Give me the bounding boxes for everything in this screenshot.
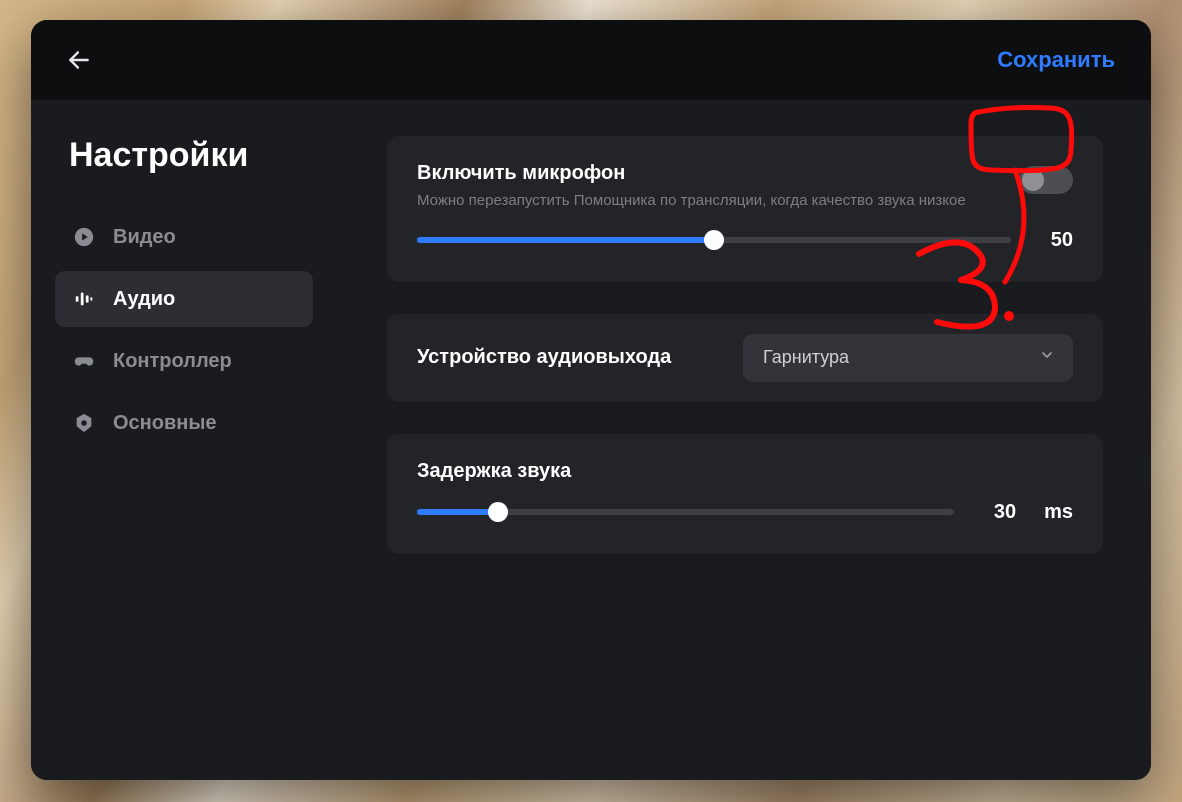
output-device-selected: Гарнитура [763, 347, 849, 368]
equalizer-icon [73, 288, 95, 310]
slider-thumb[interactable] [488, 502, 508, 522]
sidebar: Настройки Видео Аудио Контроллер [31, 100, 331, 780]
sidebar-item-general[interactable]: Основные [55, 395, 313, 451]
sidebar-item-label: Контроллер [113, 350, 232, 373]
sidebar-item-audio[interactable]: Аудио [55, 271, 313, 327]
mic-card: Включить микрофон Можно перезапустить По… [387, 136, 1103, 282]
delay-value: 30 [982, 501, 1016, 524]
play-circle-icon [73, 226, 95, 248]
output-device-select[interactable]: Гарнитура [743, 334, 1073, 382]
back-button[interactable] [59, 40, 99, 80]
delay-card: Задержка звука 30 ms [387, 434, 1103, 554]
delay-title: Задержка звука [417, 460, 1073, 483]
mic-volume-slider[interactable] [417, 237, 1011, 243]
mic-title-wrap: Включить микрофон Можно перезапустить По… [417, 162, 966, 211]
chevron-down-icon [1039, 347, 1055, 368]
delay-row: 30 ms [417, 501, 1073, 524]
sidebar-item-label: Основные [113, 412, 217, 435]
arrow-left-icon [66, 47, 92, 73]
delay-unit: ms [1044, 501, 1073, 524]
mic-subtitle: Можно перезапустить Помощника по трансля… [417, 191, 966, 211]
hex-gear-icon [73, 412, 95, 434]
page-title: Настройки [69, 136, 313, 175]
content-panel: Включить микрофон Можно перезапустить По… [331, 100, 1151, 780]
delay-slider[interactable] [417, 509, 954, 515]
sidebar-item-video[interactable]: Видео [55, 209, 313, 265]
controller-icon [73, 350, 95, 372]
output-device-row: Устройство аудиовыхода Гарнитура [387, 314, 1103, 402]
modal-body: Настройки Видео Аудио Контроллер [31, 100, 1151, 780]
settings-modal: Сохранить Настройки Видео Аудио [31, 20, 1151, 780]
slider-fill [417, 237, 714, 243]
toggle-knob [1022, 169, 1044, 191]
sidebar-item-label: Аудио [113, 288, 175, 311]
save-button[interactable]: Сохранить [997, 47, 1115, 73]
mic-title: Включить микрофон [417, 162, 966, 185]
mic-volume-row: 50 [417, 229, 1073, 252]
output-device-label: Устройство аудиовыхода [417, 346, 671, 369]
slider-thumb[interactable] [704, 230, 724, 250]
slider-fill [417, 509, 498, 515]
sidebar-item-label: Видео [113, 226, 176, 249]
mic-toggle[interactable] [1019, 166, 1073, 194]
sidebar-item-controller[interactable]: Контроллер [55, 333, 313, 389]
mic-volume-value: 50 [1039, 229, 1073, 252]
mic-card-head: Включить микрофон Можно перезапустить По… [417, 162, 1073, 211]
modal-header: Сохранить [31, 20, 1151, 100]
